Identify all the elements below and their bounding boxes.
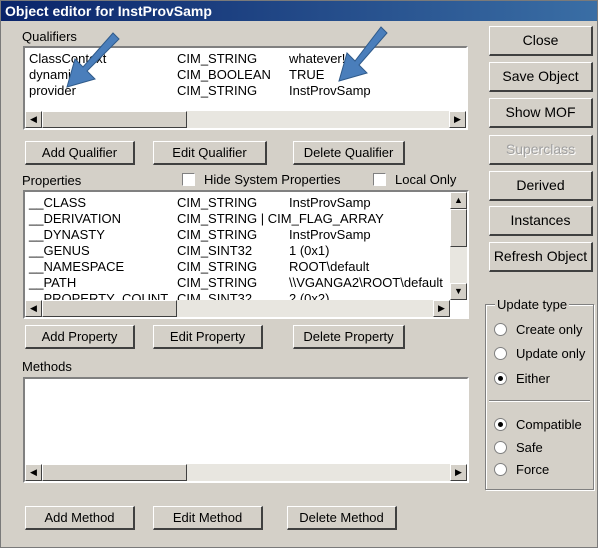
properties-list[interactable]: __CLASS CIM_STRING InstProvSamp __DERIVA… xyxy=(23,190,469,319)
qualifiers-hscrollbar[interactable]: ◀ ▶ xyxy=(25,111,466,128)
properties-hscrollbar[interactable]: ◀ ▶ xyxy=(25,300,450,317)
scroll-right-icon[interactable]: ▶ xyxy=(449,111,466,128)
property-type: CIM_STRING xyxy=(177,259,258,274)
qualifier-type: CIM_STRING xyxy=(177,51,258,66)
add-property-button[interactable]: Add Property xyxy=(25,325,135,349)
save-object-button[interactable]: Save Object xyxy=(489,62,593,92)
superclass-button[interactable]: Superclass xyxy=(489,135,593,165)
local-only-label: Local Only xyxy=(395,172,457,187)
scroll-thumb[interactable] xyxy=(42,300,177,317)
qualifier-value: TRUE xyxy=(289,67,325,82)
refresh-object-button[interactable]: Refresh Object xyxy=(489,242,593,272)
close-button[interactable]: Close xyxy=(489,26,593,56)
delete-property-button[interactable]: Delete Property xyxy=(293,325,405,349)
delete-method-button[interactable]: Delete Method xyxy=(287,506,397,530)
compatible-label: Compatible xyxy=(516,417,582,432)
safe-radio[interactable] xyxy=(494,441,507,454)
scroll-left-icon[interactable]: ◀ xyxy=(25,111,42,128)
property-value: \\VGANGA2\ROOT\default xyxy=(289,275,443,290)
update-only-radio[interactable] xyxy=(494,347,507,360)
callout-arrow-icon xyxy=(338,26,388,82)
methods-hscrollbar[interactable]: ◀ ▶ xyxy=(25,464,467,481)
scroll-right-icon[interactable]: ▶ xyxy=(450,464,467,481)
add-qualifier-button[interactable]: Add Qualifier xyxy=(25,141,135,165)
property-type: CIM_STRING xyxy=(177,227,258,242)
scroll-up-icon[interactable]: ▲ xyxy=(450,192,467,209)
scroll-right-icon[interactable]: ▶ xyxy=(433,300,450,317)
property-value: 1 (0x1) xyxy=(289,243,330,258)
qualifier-type: CIM_STRING xyxy=(177,83,258,98)
property-type: CIM_STRING xyxy=(177,275,258,290)
show-mof-button[interactable]: Show MOF xyxy=(489,98,593,128)
delete-qualifier-button[interactable]: Delete Qualifier xyxy=(293,141,405,165)
compatible-radio[interactable] xyxy=(494,418,507,431)
create-only-radio[interactable] xyxy=(494,323,507,336)
property-value: ROOT\default xyxy=(289,259,370,274)
edit-qualifier-button[interactable]: Edit Qualifier xyxy=(153,141,267,165)
safe-label: Safe xyxy=(516,440,543,455)
methods-list[interactable]: ◀ ▶ xyxy=(23,377,469,483)
property-name: __NAMESPACE xyxy=(29,259,125,274)
create-only-label: Create only xyxy=(516,322,583,337)
derived-button[interactable]: Derived xyxy=(489,171,593,201)
local-only-checkbox[interactable] xyxy=(373,173,386,186)
property-name: __DYNASTY xyxy=(29,227,105,242)
methods-label: Methods xyxy=(22,359,72,374)
property-name: __GENUS xyxy=(29,243,90,258)
property-name: __PATH xyxy=(29,275,77,290)
property-type: CIM_SINT32 xyxy=(177,243,253,258)
properties-label: Properties xyxy=(22,173,82,188)
scroll-thumb[interactable] xyxy=(42,111,187,128)
either-label: Either xyxy=(516,371,550,386)
scroll-down-icon[interactable]: ▼ xyxy=(450,283,467,300)
callout-arrow-icon xyxy=(66,32,120,88)
force-label: Force xyxy=(516,462,550,477)
add-method-button[interactable]: Add Method xyxy=(25,506,135,530)
edit-method-button[interactable]: Edit Method xyxy=(153,506,263,530)
property-type: CIM_STRING | CIM_FLAG_ARRAY xyxy=(177,211,384,226)
either-radio[interactable] xyxy=(494,372,507,385)
instances-button[interactable]: Instances xyxy=(489,206,593,236)
property-type: CIM_STRING xyxy=(177,195,258,210)
property-name: __DERIVATION xyxy=(29,211,121,226)
scroll-left-icon[interactable]: ◀ xyxy=(25,464,42,481)
force-radio[interactable] xyxy=(494,463,507,476)
update-only-label: Update only xyxy=(516,346,586,361)
object-editor-window: Object editor for InstProvSamp Qualifier… xyxy=(0,0,598,548)
hide-system-properties-checkbox[interactable] xyxy=(182,173,195,186)
qualifier-type: CIM_BOOLEAN xyxy=(177,67,271,82)
property-name: __CLASS xyxy=(29,195,87,210)
property-value: InstProvSamp xyxy=(289,195,371,210)
scroll-thumb[interactable] xyxy=(42,464,187,481)
properties-vscrollbar[interactable]: ▲ ▼ xyxy=(450,192,467,300)
scroll-left-icon[interactable]: ◀ xyxy=(25,300,42,317)
update-type-title: Update type xyxy=(495,297,570,312)
property-value: InstProvSamp xyxy=(289,227,371,242)
window-title: Object editor for InstProvSamp xyxy=(1,1,597,21)
group-divider xyxy=(489,400,590,402)
hide-system-properties-label: Hide System Properties xyxy=(204,172,341,187)
edit-property-button[interactable]: Edit Property xyxy=(153,325,263,349)
scroll-thumb[interactable] xyxy=(450,209,467,247)
